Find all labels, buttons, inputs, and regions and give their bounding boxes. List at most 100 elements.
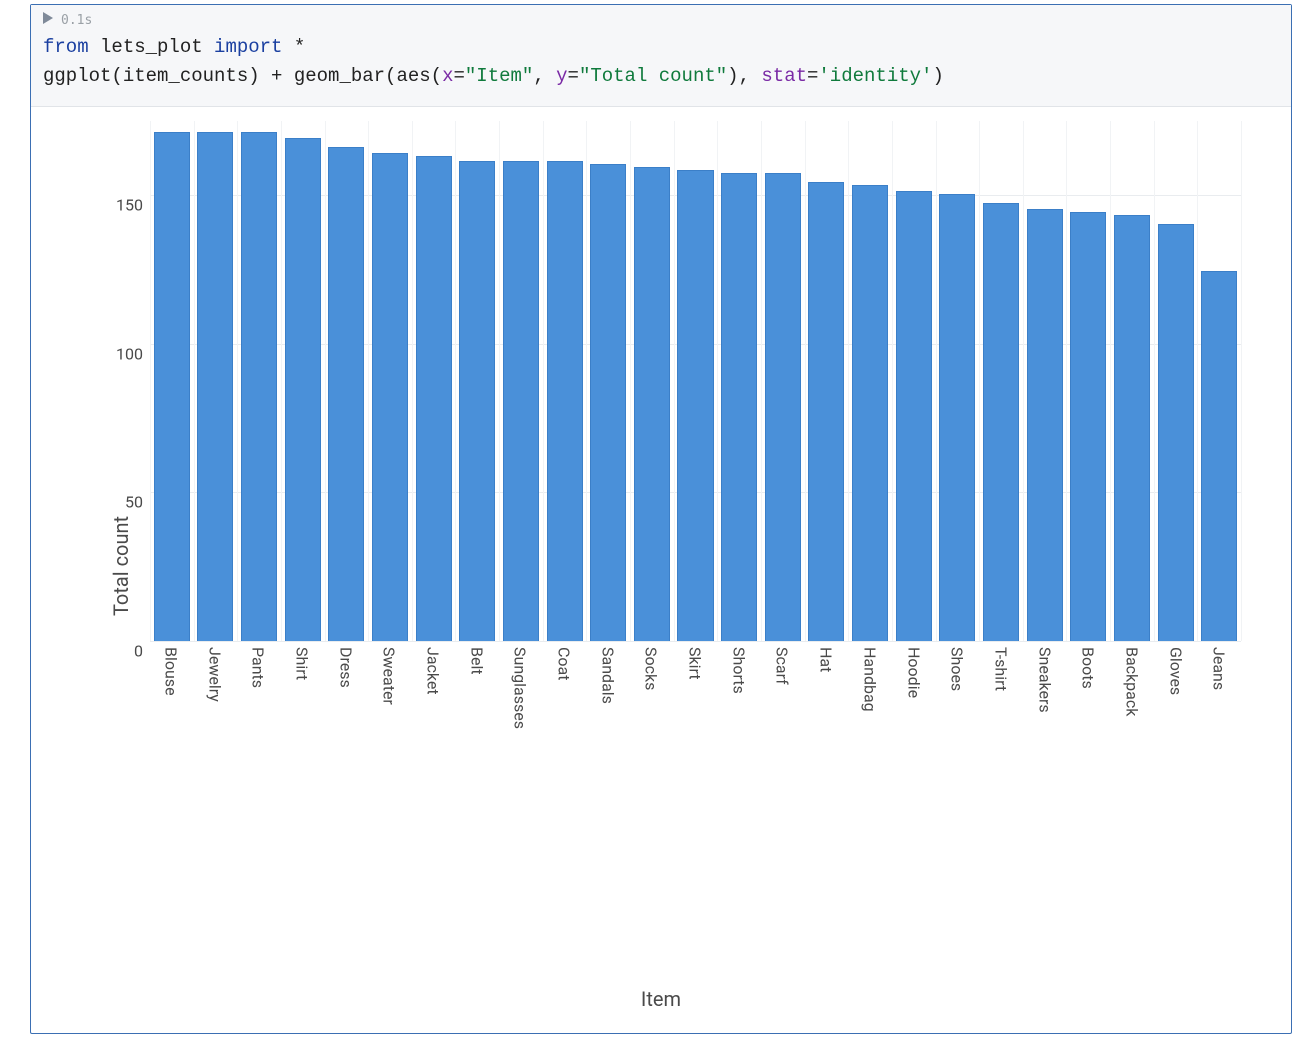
x-label-slot: Boots bbox=[1066, 641, 1110, 811]
bar-slot bbox=[194, 121, 238, 641]
bar[interactable] bbox=[721, 173, 757, 641]
x-label-slot: Shorts bbox=[717, 641, 761, 811]
bar[interactable] bbox=[1070, 212, 1106, 641]
bar[interactable] bbox=[1027, 209, 1063, 641]
bar[interactable] bbox=[547, 161, 583, 640]
grid-line-v bbox=[1241, 121, 1242, 641]
bar[interactable] bbox=[416, 156, 452, 641]
bar-slot bbox=[761, 121, 805, 641]
x-label-slot: T-shirt bbox=[979, 641, 1023, 811]
bar-slot bbox=[412, 121, 456, 641]
x-tick-label: Shorts bbox=[729, 647, 748, 694]
bar[interactable] bbox=[372, 153, 408, 641]
bar[interactable] bbox=[1114, 215, 1150, 641]
execution-time: 0.1s bbox=[61, 13, 92, 28]
bar[interactable] bbox=[852, 185, 888, 641]
bar[interactable] bbox=[328, 147, 364, 641]
bar-slot bbox=[281, 121, 325, 641]
bar-slot bbox=[979, 121, 1023, 641]
x-tick-label: Skirt bbox=[686, 647, 705, 680]
y-tick-label: 150 bbox=[103, 196, 143, 215]
bar-slot bbox=[1197, 121, 1241, 641]
x-label-slot: Gloves bbox=[1154, 641, 1198, 811]
bar-slot bbox=[1154, 121, 1198, 641]
x-tick-label: Dress bbox=[336, 647, 355, 688]
bar[interactable] bbox=[939, 194, 975, 641]
bar-slot bbox=[936, 121, 980, 641]
x-tick-labels: Blouse Jewelry Pants Shirt Dress Sweater Jacke… bbox=[149, 641, 1241, 811]
x-tick-label: Jewelry bbox=[205, 647, 224, 702]
bar-slot bbox=[630, 121, 674, 641]
bar[interactable] bbox=[154, 132, 190, 641]
run-cell-icon[interactable] bbox=[41, 11, 55, 29]
x-tick-label: Hoodie bbox=[904, 647, 923, 698]
bar-slot bbox=[848, 121, 892, 641]
bar-slot bbox=[543, 121, 587, 641]
x-tick-label: Sandals bbox=[598, 647, 617, 704]
x-label-slot: Shoes bbox=[935, 641, 979, 811]
x-label-slot: Scarf bbox=[761, 641, 805, 811]
bar[interactable] bbox=[983, 203, 1019, 641]
x-tick-label: Gloves bbox=[1166, 647, 1185, 695]
x-tick-label: Sweater bbox=[380, 647, 399, 705]
x-tick-label: Pants bbox=[249, 647, 268, 688]
bar[interactable] bbox=[459, 161, 495, 640]
x-tick-label: Coat bbox=[555, 647, 574, 680]
bar-slot bbox=[805, 121, 849, 641]
cell-run-header: 0.1s bbox=[31, 5, 1291, 29]
x-label-slot: Sneakers bbox=[1023, 641, 1067, 811]
x-tick-label: Sunglasses bbox=[511, 647, 530, 729]
bar[interactable] bbox=[765, 173, 801, 641]
bar[interactable] bbox=[1201, 271, 1237, 640]
x-tick-label: Shoes bbox=[948, 647, 967, 691]
x-tick-label: Boots bbox=[1079, 647, 1098, 689]
x-label-slot: Blouse bbox=[149, 641, 193, 811]
x-axis: Blouse Jewelry Pants Shirt Dress Sweater Jacke… bbox=[149, 641, 1241, 811]
bar-slot bbox=[717, 121, 761, 641]
bar-slot bbox=[674, 121, 718, 641]
plot-area bbox=[149, 121, 1241, 641]
bar[interactable] bbox=[285, 138, 321, 641]
code-editor[interactable]: from lets_plot import * ggplot(item_coun… bbox=[31, 29, 1291, 107]
x-tick-label: Sneakers bbox=[1035, 647, 1054, 713]
x-label-slot: Shirt bbox=[280, 641, 324, 811]
x-label-slot: Jeans bbox=[1198, 641, 1242, 811]
bar-slot bbox=[368, 121, 412, 641]
bar[interactable] bbox=[677, 170, 713, 640]
x-label-slot: Sweater bbox=[367, 641, 411, 811]
y-tick-label: 100 bbox=[103, 344, 143, 363]
bar-slot bbox=[1110, 121, 1154, 641]
x-label-slot: Hat bbox=[804, 641, 848, 811]
bar[interactable] bbox=[1158, 224, 1194, 641]
bar-slot bbox=[237, 121, 281, 641]
x-tick-label: T-shirt bbox=[991, 647, 1010, 691]
y-axis: 050100150 bbox=[107, 121, 147, 641]
bar[interactable] bbox=[896, 191, 932, 641]
bar[interactable] bbox=[808, 182, 844, 641]
x-label-slot: Pants bbox=[236, 641, 280, 811]
bar[interactable] bbox=[590, 164, 626, 640]
bar[interactable] bbox=[634, 167, 670, 640]
x-tick-label: Socks bbox=[642, 647, 661, 690]
x-tick-label: Handbag bbox=[860, 647, 879, 712]
bar[interactable] bbox=[503, 161, 539, 640]
bar-slot bbox=[1023, 121, 1067, 641]
bar[interactable] bbox=[241, 132, 277, 641]
y-tick-label: 0 bbox=[103, 641, 143, 660]
x-label-slot: Backpack bbox=[1110, 641, 1154, 811]
bar[interactable] bbox=[197, 132, 233, 641]
x-label-slot: Socks bbox=[630, 641, 674, 811]
x-label-slot: Sandals bbox=[586, 641, 630, 811]
x-label-slot: Hoodie bbox=[892, 641, 936, 811]
bars-container bbox=[150, 121, 1241, 641]
x-label-slot: Jewelry bbox=[193, 641, 237, 811]
cell-output: Total count 050100150 BlouseJewelryPants… bbox=[31, 107, 1291, 1033]
x-label-slot: Jacket bbox=[411, 641, 455, 811]
x-label-slot: Belt bbox=[455, 641, 499, 811]
notebook-cell: − − − − 0.1s from lets_plot import * ggp… bbox=[30, 4, 1292, 1034]
x-tick-label: Backpack bbox=[1122, 647, 1141, 716]
bar-slot bbox=[1066, 121, 1110, 641]
x-tick-label: Scarf bbox=[773, 647, 792, 685]
x-tick-label: Shirt bbox=[292, 647, 311, 680]
x-tick-label: Blouse bbox=[161, 647, 180, 696]
